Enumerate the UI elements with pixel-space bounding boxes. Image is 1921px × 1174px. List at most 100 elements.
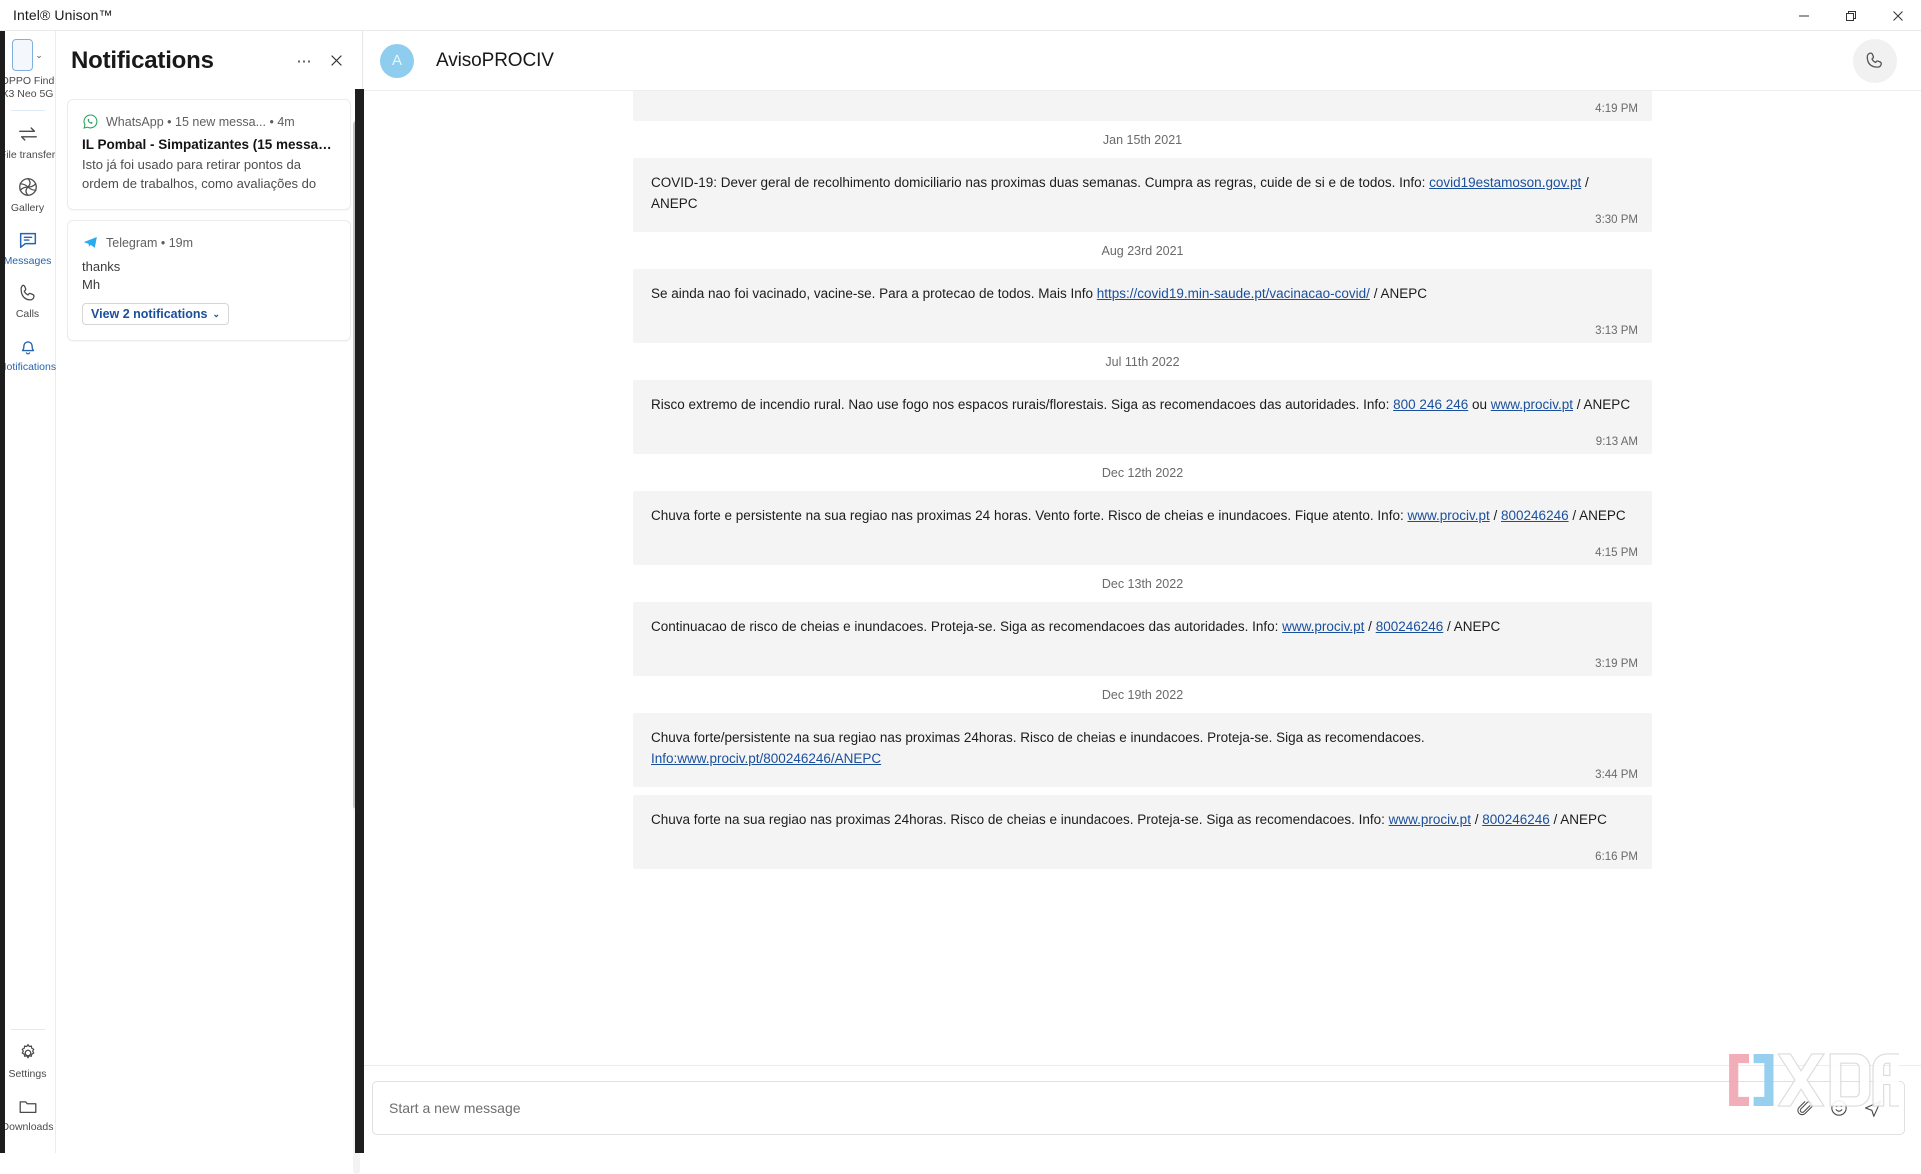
sidebar-item-messages[interactable]: Messages [0, 220, 56, 273]
message-link[interactable]: 800246246 [1482, 812, 1550, 827]
message-link[interactable]: www.prociv.pt [1407, 508, 1489, 523]
sidebar-item-calls[interactable]: Calls [0, 273, 56, 326]
message-link[interactable]: 800246246 [1501, 508, 1569, 523]
message-bubble[interactable]: COVID-19: Dever geral de recolhimento do… [633, 158, 1652, 232]
message-text: Se ainda nao foi vacinado, vacine-se. Pa… [651, 283, 1634, 304]
send-button[interactable] [1856, 1091, 1890, 1125]
contact-name: AvisoPROCIV [436, 50, 554, 72]
sidebar-item-gallery[interactable]: Gallery [0, 167, 56, 220]
window-controls [1780, 0, 1921, 31]
rail-divider [11, 110, 45, 111]
chevron-down-icon: ⌄ [212, 309, 220, 320]
composer[interactable] [372, 1081, 1905, 1135]
notification-meta: WhatsApp • 15 new messa... • 4m [82, 113, 336, 130]
avatar: A [380, 44, 414, 78]
sidebar-item-label: Notifications [0, 361, 56, 373]
whatsapp-icon [82, 113, 99, 130]
message-bubble[interactable]: Chuva forte na sua regiao nas proximas 2… [633, 795, 1652, 869]
attach-button[interactable] [1788, 1091, 1822, 1125]
message-bubble[interactable]: Risco extremo de incendio rural. Nao use… [633, 380, 1652, 454]
rail-divider-bottom [11, 1029, 45, 1030]
telegram-icon [82, 234, 99, 251]
message-link[interactable]: Info:www.prociv.pt/800246246/ANEPC [651, 751, 881, 766]
folder-icon [17, 1095, 39, 1117]
message-link[interactable]: 800246246 [1376, 619, 1444, 634]
composer-area [364, 1065, 1921, 1153]
message-timestamp: 9:13 AM [1596, 436, 1638, 448]
message-bubble[interactable]: Se ainda nao foi vacinado, vacine-se. Pa… [633, 269, 1652, 343]
notifications-list: WhatsApp • 15 new messa... • 4m IL Pomba… [56, 90, 362, 1153]
notifications-panel: Notifications ⋯ WhatsApp • 15 new messa.… [56, 31, 363, 1153]
close-icon [1892, 10, 1904, 22]
sidebar-item-file-transfer[interactable]: File transfer [0, 114, 56, 167]
message-thread[interactable]: 4:19 PM Jan 15th 2021COVID-19: Dever gera… [364, 91, 1921, 1065]
sidebar-item-settings[interactable]: Settings [0, 1033, 56, 1086]
day-separator: Aug 23rd 2021 [633, 232, 1652, 269]
device-row: ⌄ [12, 39, 43, 71]
message-timestamp: 3:19 PM [1595, 658, 1638, 670]
bell-icon [17, 335, 39, 357]
message-bubble[interactable]: Continuacao de risco de cheias e inundac… [633, 602, 1652, 676]
day-separator: Dec 12th 2022 [633, 454, 1652, 491]
call-button[interactable] [1853, 39, 1897, 83]
notification-line-2: Mh [82, 276, 336, 294]
device-selector[interactable]: ⌄ OPPO Find X3 Neo 5G [0, 39, 56, 101]
device-name-label: OPPO Find X3 Neo 5G [1, 75, 55, 101]
minimize-button[interactable] [1780, 0, 1827, 31]
message-text: Risco extremo de incendio rural. Nao use… [651, 394, 1634, 415]
message-bubble[interactable]: Chuva forte e persistente na sua regiao … [633, 491, 1652, 565]
notification-card-telegram[interactable]: Telegram • 19m thanks Mh View 2 notifica… [67, 220, 351, 341]
notification-meta: Telegram • 19m [82, 234, 336, 251]
notifications-header: Notifications ⋯ [56, 31, 362, 90]
emoji-button[interactable] [1822, 1091, 1856, 1125]
gallery-icon [17, 176, 39, 198]
message-bubble[interactable]: 4:19 PM [633, 91, 1652, 121]
sidebar-item-downloads[interactable]: Downloads [0, 1086, 56, 1139]
phone-icon [12, 39, 33, 71]
message-link[interactable]: www.prociv.pt [1282, 619, 1364, 634]
rail-bottom-group: Settings Downloads [0, 1020, 56, 1153]
view-more-label: View 2 notifications [91, 307, 207, 321]
ellipsis-icon: ⋯ [297, 52, 312, 70]
message-text: Chuva forte e persistente na sua regiao … [651, 505, 1634, 526]
message-link[interactable]: www.prociv.pt [1491, 397, 1573, 412]
message-link[interactable]: www.prociv.pt [1389, 812, 1471, 827]
message-link[interactable]: https://covid19.min-saude.pt/vacinacao-c… [1097, 286, 1370, 301]
sidebar-item-notifications[interactable]: Notifications [0, 326, 56, 379]
message-bubble[interactable]: Chuva forte/persistente na sua regiao na… [633, 713, 1652, 787]
day-separator: Jan 15th 2021 [633, 121, 1652, 158]
message-timestamp: 3:13 PM [1595, 325, 1638, 337]
close-button[interactable] [1874, 0, 1921, 31]
sidebar-rail: ⌄ OPPO Find X3 Neo 5G File transfer Gall… [0, 31, 56, 1153]
chevron-down-icon: ⌄ [35, 50, 43, 61]
message-link[interactable]: covid19estamoson.gov.pt [1429, 175, 1581, 190]
notification-card-whatsapp[interactable]: WhatsApp • 15 new messa... • 4m IL Pomba… [67, 99, 351, 210]
close-icon [330, 54, 343, 67]
rail-accent-strip [0, 31, 5, 1153]
smiley-icon [1829, 1098, 1849, 1118]
message-timestamp: 6:16 PM [1595, 851, 1638, 863]
title-bar: Intel® Unison™ [0, 0, 1921, 31]
notification-body: Isto já foi usado para retirar pontos da… [82, 156, 336, 194]
message-timestamp: 4:15 PM [1595, 547, 1638, 559]
message-text: Continuacao de risco de cheias e inundac… [651, 616, 1634, 637]
more-options-button[interactable]: ⋯ [288, 45, 320, 77]
gear-icon [17, 1042, 39, 1064]
sidebar-item-label: Gallery [11, 202, 44, 214]
sidebar-item-label: Downloads [2, 1121, 54, 1133]
notification-source: WhatsApp • 15 new messa... • 4m [106, 115, 295, 129]
page-title: Notifications [71, 47, 214, 75]
view-more-notifications-button[interactable]: View 2 notifications ⌄ [82, 303, 229, 325]
day-separator: Dec 13th 2022 [633, 565, 1652, 602]
message-text: Chuva forte/persistente na sua regiao na… [651, 727, 1634, 769]
calls-icon [17, 282, 39, 304]
message-timestamp: 4:19 PM [1595, 103, 1638, 115]
sidebar-item-label: Calls [16, 308, 39, 320]
close-panel-button[interactable] [320, 45, 352, 77]
message-input[interactable] [389, 1100, 1788, 1116]
message-timestamp: 3:30 PM [1595, 214, 1638, 226]
message-link[interactable]: 800 246 246 [1393, 397, 1468, 412]
chat-pane: A AvisoPROCIV 4:19 PM Jan 15th 2021COVID-… [364, 31, 1921, 1153]
file-transfer-icon [17, 123, 39, 145]
maximize-button[interactable] [1827, 0, 1874, 31]
